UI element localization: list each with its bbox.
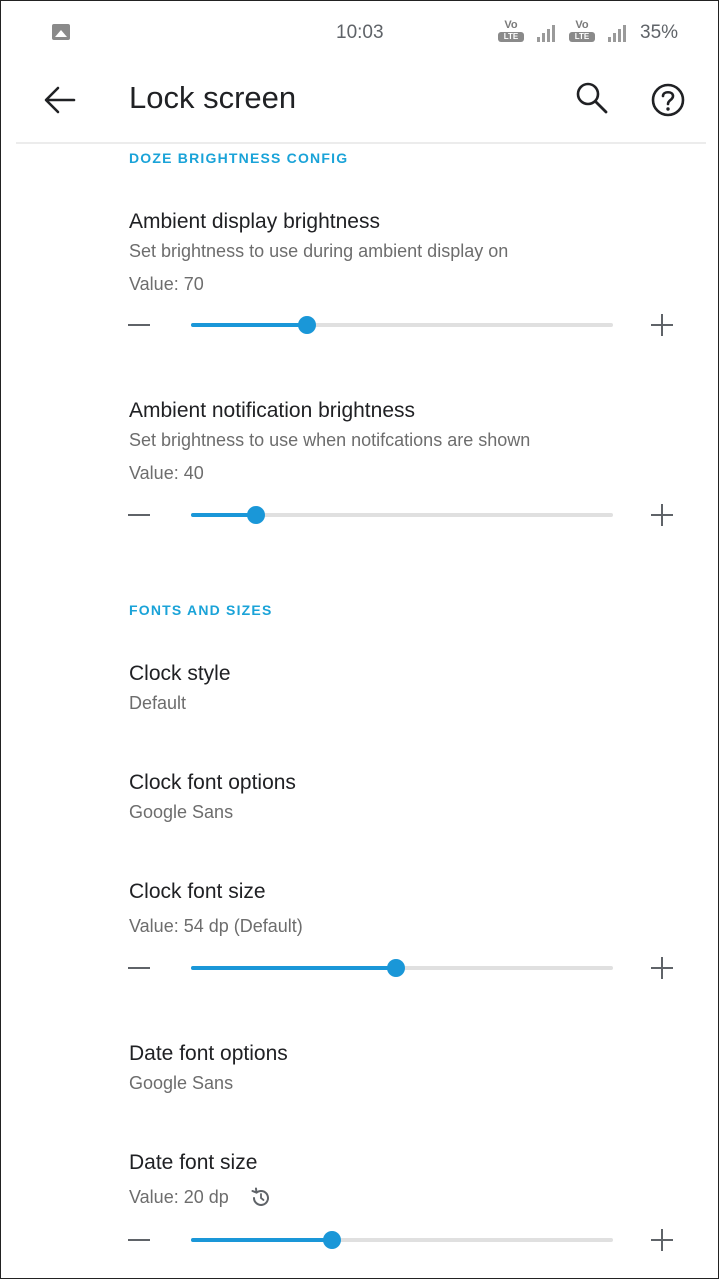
- ambient-notification-slider-row: [0, 495, 721, 535]
- slider-fill: [191, 323, 308, 327]
- section-header-doze: DOZE BRIGHTNESS CONFIG: [129, 150, 349, 166]
- date-font-size-slider-row: [0, 1220, 721, 1260]
- minus-icon[interactable]: [128, 324, 150, 326]
- reset-icon[interactable]: [249, 1186, 273, 1210]
- volte-label-2: Vo: [575, 19, 589, 31]
- clock-font-size-slider-row: [0, 948, 721, 988]
- volte-icon-1: Vo LTE: [498, 20, 524, 42]
- minus-icon[interactable]: [128, 514, 150, 516]
- slider-thumb[interactable]: [323, 1231, 342, 1249]
- page-title: Lock screen: [129, 80, 297, 115]
- pref-value: Value: 20 dp: [129, 1187, 229, 1207]
- pref-value: Value: 40: [129, 463, 204, 483]
- help-icon[interactable]: [648, 80, 688, 120]
- volte-label-1: Vo: [504, 19, 518, 31]
- section-header-fonts: FONTS AND SIZES: [129, 602, 273, 618]
- signal-icon-2: [608, 22, 628, 42]
- pref-title: Ambient display brightness: [129, 210, 380, 233]
- ambient-display-slider-row: [0, 305, 721, 345]
- slider-thumb[interactable]: [246, 506, 265, 524]
- slider-track[interactable]: [191, 1231, 613, 1249]
- slider-fill: [191, 966, 396, 970]
- pref-value: Value: 54 dp (Default): [129, 916, 303, 936]
- back-arrow-icon[interactable]: [42, 82, 78, 118]
- pref-summary: Set brightness to use during ambient dis…: [129, 241, 509, 261]
- slider-track[interactable]: [191, 506, 613, 524]
- pref-title: Date font size: [129, 1151, 258, 1174]
- status-time: 10:03: [336, 22, 384, 43]
- pref-summary: Google Sans: [129, 802, 234, 822]
- pref-title: Clock font size: [129, 880, 266, 903]
- pref-summary: Default: [129, 693, 187, 713]
- lte-badge-1: LTE: [498, 32, 524, 42]
- plus-icon-vertical[interactable]: [661, 504, 663, 526]
- app-bar: Lock screen: [0, 70, 721, 142]
- slider-thumb[interactable]: [386, 959, 405, 977]
- pref-summary: Set brightness to use when notifcations …: [129, 430, 531, 450]
- pref-title: Clock style: [129, 662, 231, 685]
- pref-value: Value: 70: [129, 274, 204, 294]
- search-icon[interactable]: [574, 80, 610, 116]
- slider-fill: [191, 1238, 333, 1242]
- minus-icon[interactable]: [128, 1239, 150, 1241]
- gallery-icon: [52, 24, 70, 40]
- slider-thumb[interactable]: [298, 316, 317, 334]
- app-bar-divider: [16, 142, 706, 144]
- lte-badge-2: LTE: [569, 32, 595, 42]
- signal-icon-1: [537, 22, 557, 42]
- minus-icon[interactable]: [128, 967, 150, 969]
- plus-icon-vertical[interactable]: [661, 1229, 663, 1251]
- slider-track[interactable]: [191, 316, 613, 334]
- slider-fill: [191, 513, 256, 517]
- pref-title: Date font options: [129, 1042, 288, 1065]
- slider-track[interactable]: [191, 959, 613, 977]
- pref-summary: Google Sans: [129, 1073, 234, 1093]
- pref-title: Ambient notification brightness: [129, 399, 415, 422]
- battery-percent: 35%: [640, 22, 679, 43]
- pref-title: Clock font options: [129, 771, 296, 794]
- plus-icon-vertical[interactable]: [661, 314, 663, 336]
- plus-icon-vertical[interactable]: [661, 957, 663, 979]
- status-bar: 10:03 Vo LTE Vo LTE 35%: [0, 0, 721, 70]
- screen-frame: [0, 0, 719, 1279]
- volte-icon-2: Vo LTE: [569, 20, 595, 42]
